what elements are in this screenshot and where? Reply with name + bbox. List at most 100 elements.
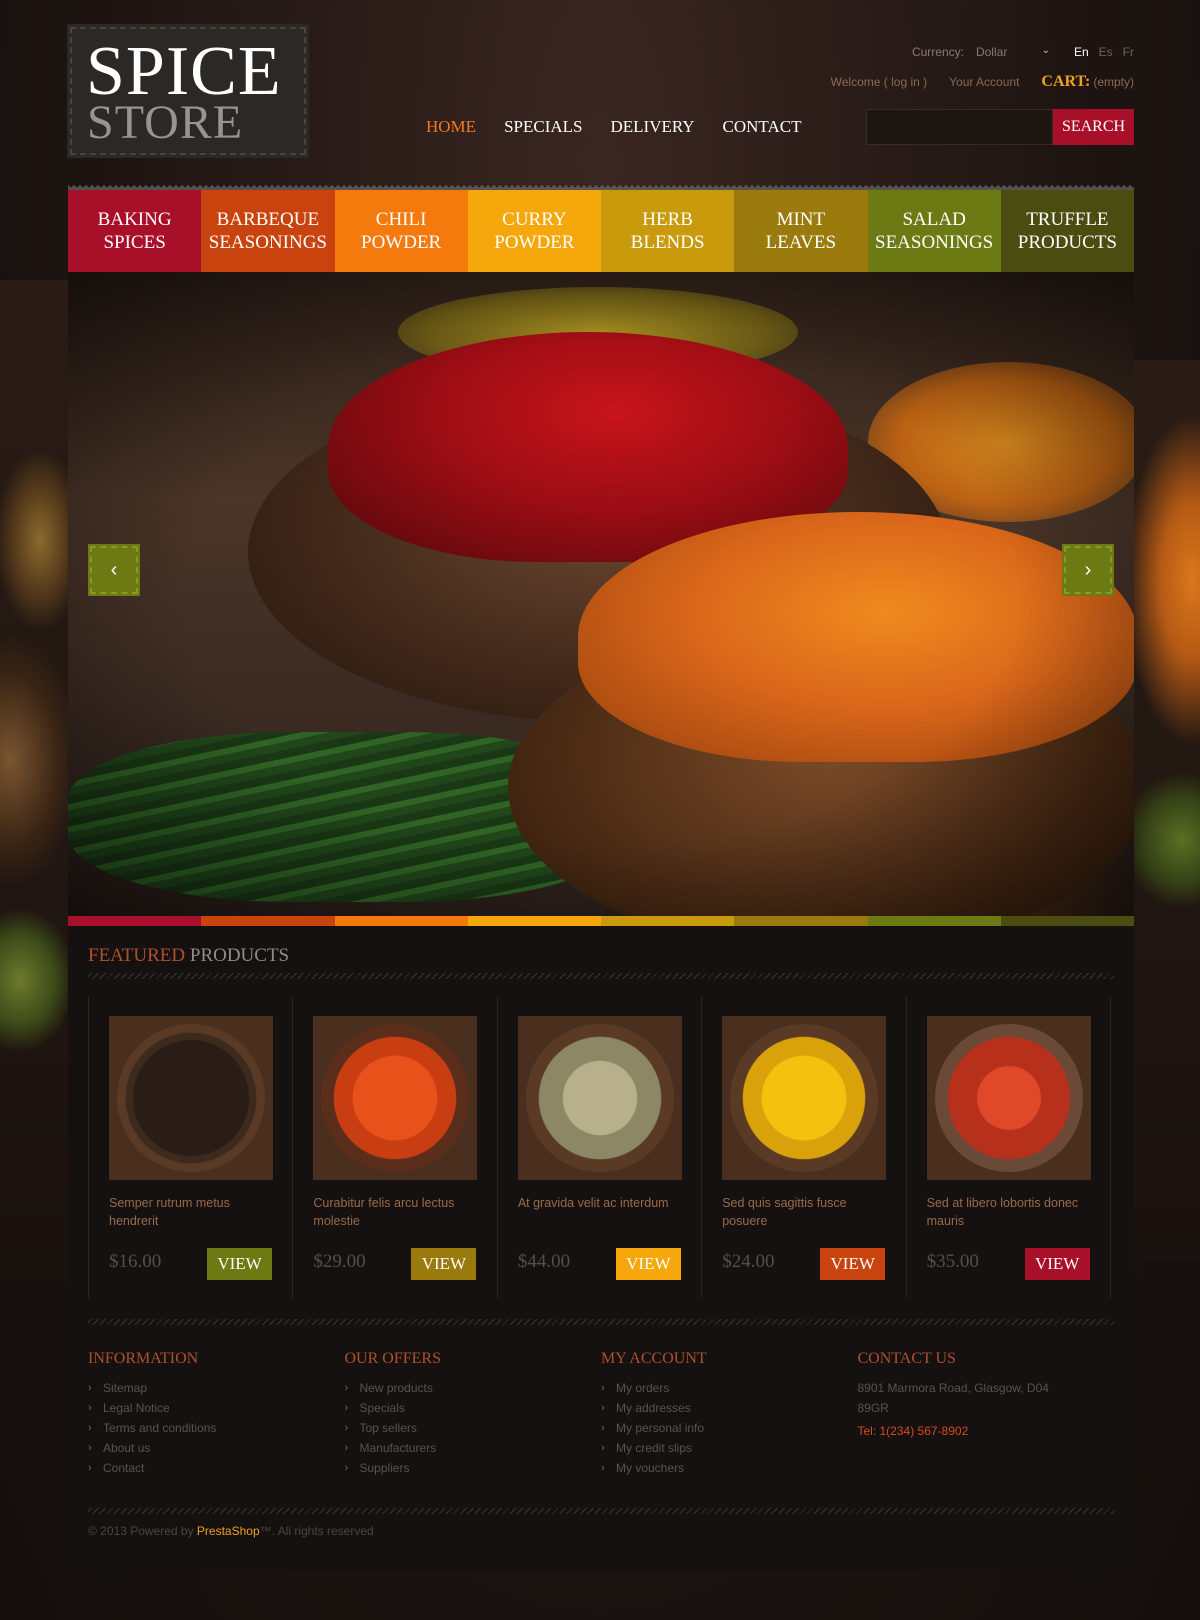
copyright: © 2013 Powered by PrestaShop™. All right… xyxy=(88,1524,374,1538)
product-image[interactable] xyxy=(517,1016,682,1180)
your-account-link[interactable]: Your Account xyxy=(949,75,1019,89)
footer-link-label: New products xyxy=(359,1381,433,1395)
product-price: $35.00 xyxy=(926,1251,979,1272)
chevron-left-icon: ‹ xyxy=(110,558,118,581)
footer-link-label: My credit slips xyxy=(616,1441,693,1455)
currency-select[interactable]: Dollar ⌄ xyxy=(976,45,1050,59)
category-item[interactable]: CURRY POWDER xyxy=(467,190,601,272)
nav-contact[interactable]: CONTACT xyxy=(723,117,802,137)
chevron-right-icon: › xyxy=(88,1462,92,1474)
view-button[interactable]: VIEW xyxy=(411,1248,477,1280)
chevron-right-icon: › xyxy=(344,1442,349,1454)
chevron-right-icon: › xyxy=(88,1422,92,1434)
product-image[interactable] xyxy=(109,1016,273,1180)
footer-link-label: My orders xyxy=(616,1381,670,1395)
product-image[interactable] xyxy=(926,1016,1091,1180)
footer-link[interactable]: › Manufacturers xyxy=(345,1438,602,1458)
product-price: $24.00 xyxy=(722,1251,775,1272)
product-image-plate xyxy=(934,1024,1083,1172)
category-item[interactable]: TRUFFLE PRODUCTS xyxy=(1000,190,1134,272)
category-item[interactable]: BAKING SPICES xyxy=(68,190,202,272)
view-button[interactable]: VIEW xyxy=(820,1248,886,1280)
search-button[interactable]: SEARCH xyxy=(1053,109,1134,145)
footer-link[interactable]: › Terms and conditions xyxy=(88,1418,345,1438)
nav-home[interactable]: HOME xyxy=(426,117,476,137)
footer-heading: INFORMATION xyxy=(88,1350,199,1367)
footer-link[interactable]: › Top sellers xyxy=(345,1418,602,1438)
product-card: Curabitur felis arcu lectus molestie $29.… xyxy=(292,996,498,1298)
footer-link[interactable]: › New products xyxy=(345,1378,602,1398)
color-strip-segment xyxy=(334,916,468,926)
footer-link[interactable]: › My orders xyxy=(601,1378,858,1398)
footer-link-label: About us xyxy=(103,1441,151,1455)
product-image[interactable] xyxy=(313,1016,478,1180)
featured-title-part2: PRODUCTS xyxy=(189,945,290,966)
contact-phone[interactable]: Tel: 1(234) 567-8902 xyxy=(858,1424,1115,1438)
main-navigation: HOME SPECIALS DELIVERY CONTACT xyxy=(426,117,829,137)
view-button[interactable]: VIEW xyxy=(207,1248,272,1280)
footer: INFORMATION › Sitemap › Legal Notice › Terms … xyxy=(88,1350,1114,1478)
category-color-strip xyxy=(68,916,1134,926)
cart-status[interactable]: (empty) xyxy=(1093,75,1134,89)
product-price: $29.00 xyxy=(313,1251,366,1272)
chevron-right-icon: › xyxy=(601,1382,605,1394)
product-name[interactable]: Semper rutrum metus hendrerit xyxy=(109,1194,279,1230)
language-es[interactable]: Es xyxy=(1099,45,1113,59)
footer-link[interactable]: › Legal Notice xyxy=(88,1398,345,1418)
footer-link[interactable]: › My vouchers xyxy=(601,1458,858,1478)
footer-link[interactable]: › Suppliers xyxy=(345,1458,602,1478)
footer-heading: MY ACCOUNT xyxy=(601,1350,707,1367)
search-input[interactable] xyxy=(866,109,1053,145)
background-spices-left xyxy=(0,280,68,1280)
footer-link[interactable]: › My personal info xyxy=(601,1418,858,1438)
footer-link[interactable]: › Contact xyxy=(88,1458,345,1478)
cart-label[interactable]: CART: xyxy=(1041,73,1090,91)
featured-products-title: FEATURED PRODUCTS xyxy=(88,945,289,967)
footer-link-label: Top sellers xyxy=(359,1421,417,1435)
slider-next-button[interactable]: › xyxy=(1064,546,1112,594)
product-name[interactable]: At gravida velit ac interdum xyxy=(518,1194,688,1212)
footer-link[interactable]: › Specials xyxy=(345,1398,602,1418)
category-item[interactable]: CHILI POWDER xyxy=(334,190,468,272)
category-item[interactable]: MINT LEAVES xyxy=(734,190,868,272)
slider-vignette xyxy=(68,272,1134,916)
divider xyxy=(88,1508,1114,1514)
language-en[interactable]: En xyxy=(1074,45,1089,59)
product-image[interactable] xyxy=(722,1016,887,1180)
footer-link[interactable]: › About us xyxy=(88,1438,345,1458)
product-name[interactable]: Sed quis sagittis fusce posuere xyxy=(722,1194,892,1230)
view-button[interactable]: VIEW xyxy=(1024,1248,1090,1280)
footer-link-label: Specials xyxy=(359,1401,405,1415)
featured-title-part1: FEATURED xyxy=(88,945,186,966)
product-card: Sed quis sagittis fusce posuere $24.00 VIE… xyxy=(701,996,907,1298)
category-bar: BAKING SPICES BARBEQUE SEASONINGS CHILI PO… xyxy=(68,190,1134,272)
category-item[interactable]: SALAD SEASONINGS xyxy=(867,190,1001,272)
footer-link[interactable]: › My credit slips xyxy=(601,1438,858,1458)
prestashop-link[interactable]: PrestaShop xyxy=(197,1524,260,1538)
footer-heading: CONTACT US xyxy=(857,1350,956,1367)
color-strip-segment xyxy=(467,916,601,926)
category-item[interactable]: HERB BLENDS xyxy=(601,190,735,272)
product-name[interactable]: Curabitur felis arcu lectus molestie xyxy=(313,1194,483,1230)
chevron-right-icon: › xyxy=(88,1442,92,1454)
product-image-plate xyxy=(321,1024,470,1172)
footer-contact: CONTACT US 8901 Marmora Road, Glasgow, D… xyxy=(858,1350,1115,1478)
chevron-right-icon: › xyxy=(344,1382,349,1394)
category-item[interactable]: BARBEQUE SEASONINGS xyxy=(201,190,335,272)
footer-link-label: My personal info xyxy=(616,1421,705,1435)
product-card: Semper rutrum metus hendrerit $16.00 VIEW xyxy=(88,996,294,1298)
language-fr[interactable]: Fr xyxy=(1123,45,1134,59)
nav-specials[interactable]: SPECIALS xyxy=(504,117,582,137)
view-button[interactable]: VIEW xyxy=(615,1248,681,1280)
login-link[interactable]: Welcome ( log in ) xyxy=(831,75,927,89)
footer-link[interactable]: › My addresses xyxy=(601,1398,858,1418)
color-strip-segment xyxy=(867,916,1001,926)
footer-link[interactable]: › Sitemap xyxy=(88,1378,345,1398)
color-strip-segment xyxy=(1000,916,1134,926)
product-price: $16.00 xyxy=(109,1251,162,1272)
nav-delivery[interactable]: DELIVERY xyxy=(610,117,694,137)
product-name[interactable]: Sed at libero lobortis donec mauris xyxy=(927,1194,1097,1230)
slider-prev-button[interactable]: ‹ xyxy=(90,546,138,594)
chevron-right-icon: › xyxy=(601,1402,605,1414)
store-logo[interactable]: SPICE STORE xyxy=(70,27,306,155)
